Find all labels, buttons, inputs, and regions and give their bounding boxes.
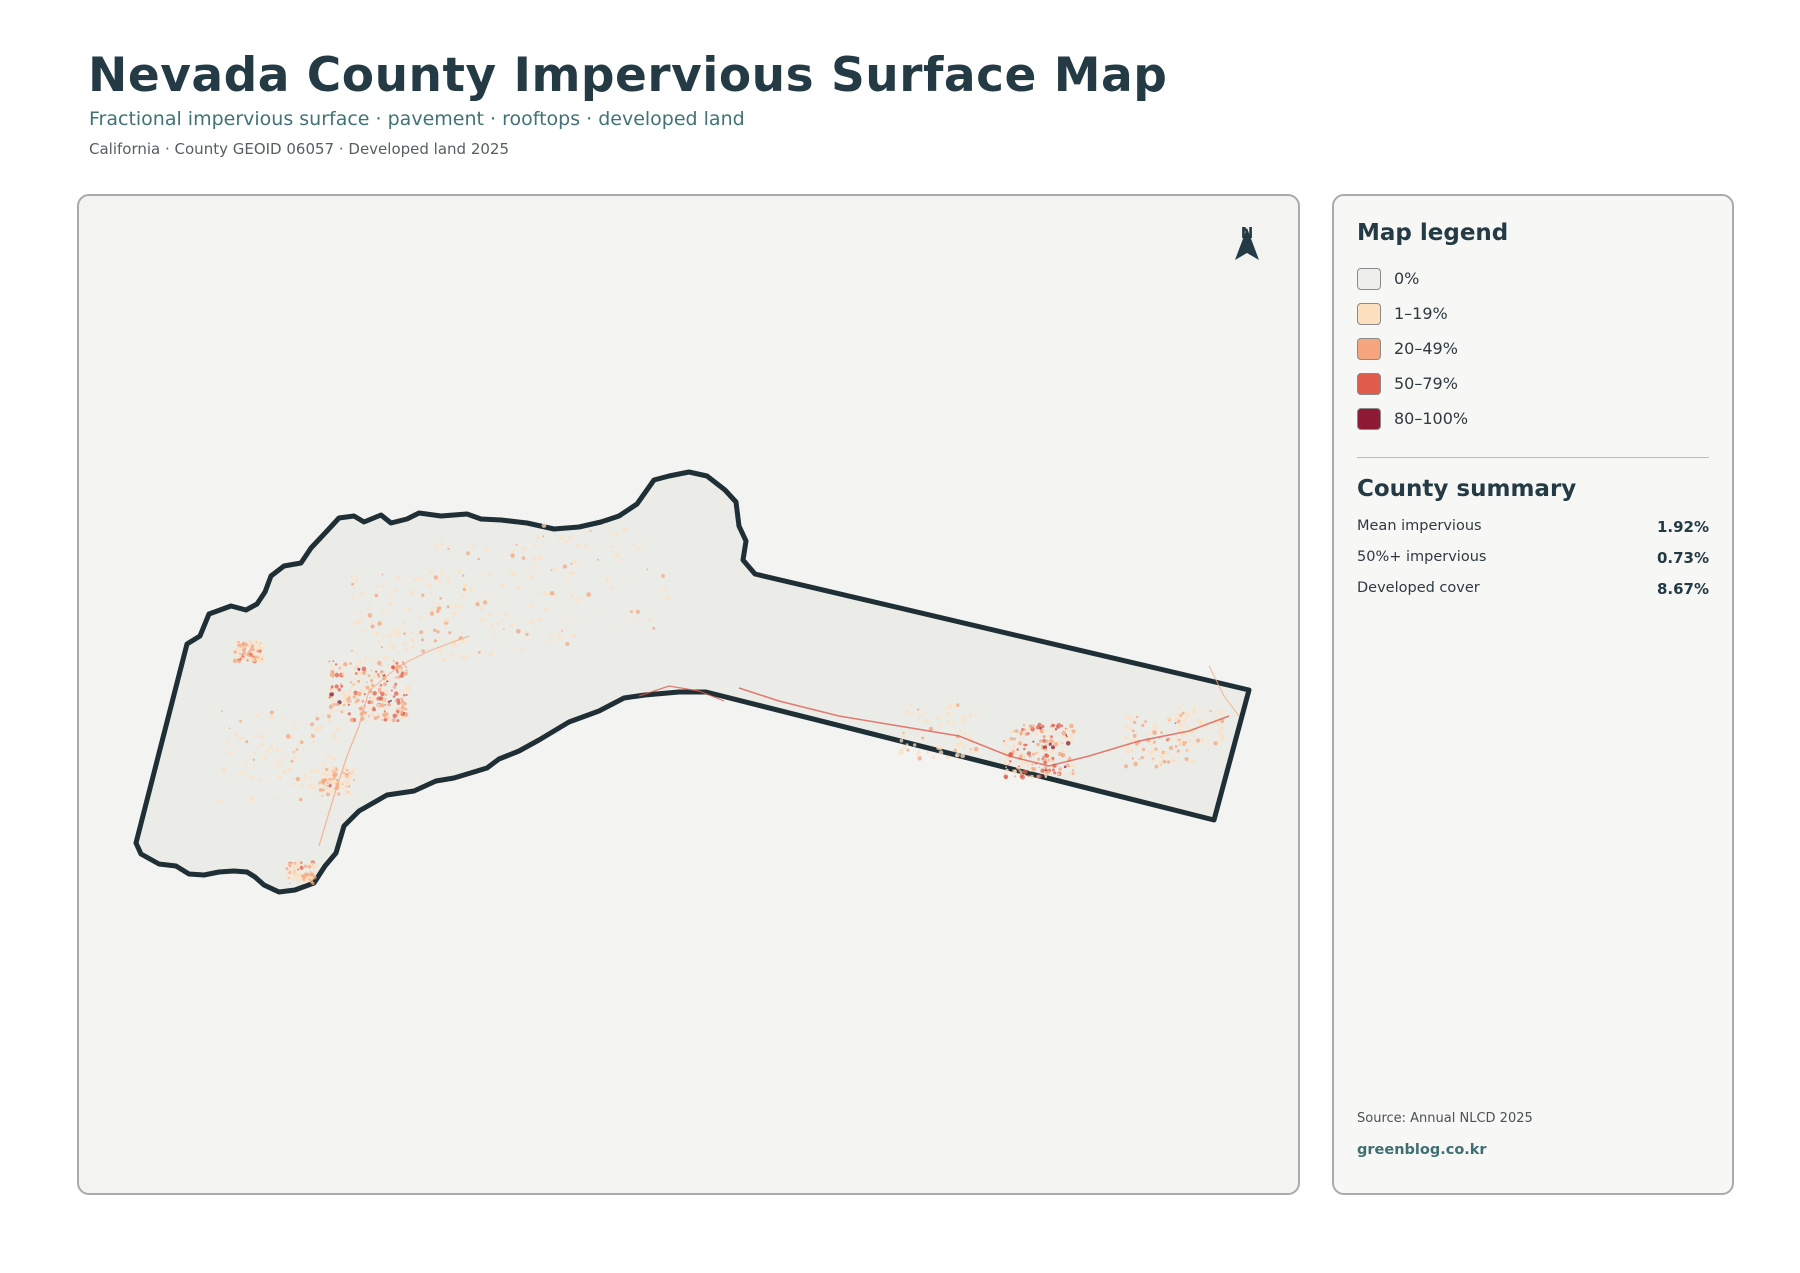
legend-label: 50–79%	[1394, 374, 1458, 393]
legend-panel: Map legend 0% 1–19% 20–49% 50–79% 80–100…	[1332, 194, 1734, 1195]
legend-label: 0%	[1394, 269, 1420, 288]
source-note: Source: Annual NLCD 2025	[1357, 1111, 1533, 1126]
site-link[interactable]: greenblog.co.kr	[1357, 1142, 1487, 1158]
stat-label: 50%+ impervious	[1357, 549, 1487, 565]
stat-label: Mean impervious	[1357, 518, 1482, 534]
legend-item: 50–79%	[1357, 371, 1687, 397]
stat-value: 1.92%	[1656, 518, 1709, 536]
stat-value: 0.73%	[1656, 549, 1709, 567]
legend-swatch	[1357, 338, 1381, 360]
summary-row: Developed cover 8.67%	[1357, 580, 1709, 602]
legend-swatch	[1357, 268, 1381, 290]
stat-value: 8.67%	[1656, 580, 1709, 598]
page-subtitle: Fractional impervious surface · pavement…	[89, 108, 745, 130]
summary-row: 50%+ impervious 0.73%	[1357, 549, 1709, 571]
north-arrow-icon	[1235, 228, 1259, 260]
summary-heading: County summary	[1357, 476, 1577, 502]
legend-label: 80–100%	[1394, 409, 1469, 428]
county-boundary[interactable]	[133, 469, 1252, 895]
legend-item: 80–100%	[1357, 406, 1687, 432]
legend-item: 0%	[1357, 266, 1687, 292]
map-panel[interactable]: N	[77, 194, 1300, 1195]
legend-heading: Map legend	[1357, 220, 1509, 246]
legend-swatch	[1357, 373, 1381, 395]
legend-label: 1–19%	[1394, 304, 1448, 323]
north-arrow: N	[1231, 224, 1263, 260]
legend-divider	[1357, 457, 1709, 458]
legend-item: 20–49%	[1357, 336, 1687, 362]
legend-swatch	[1357, 303, 1381, 325]
legend-swatch	[1357, 408, 1381, 430]
page-meta: California · County GEOID 06057 · Develo…	[89, 140, 509, 158]
legend-label: 20–49%	[1394, 339, 1458, 358]
stat-label: Developed cover	[1357, 580, 1480, 596]
summary-row: Mean impervious 1.92%	[1357, 518, 1709, 540]
page-title: Nevada County Impervious Surface Map	[88, 48, 1168, 103]
legend-item: 1–19%	[1357, 301, 1687, 327]
map-canvas[interactable]	[79, 196, 1300, 1195]
